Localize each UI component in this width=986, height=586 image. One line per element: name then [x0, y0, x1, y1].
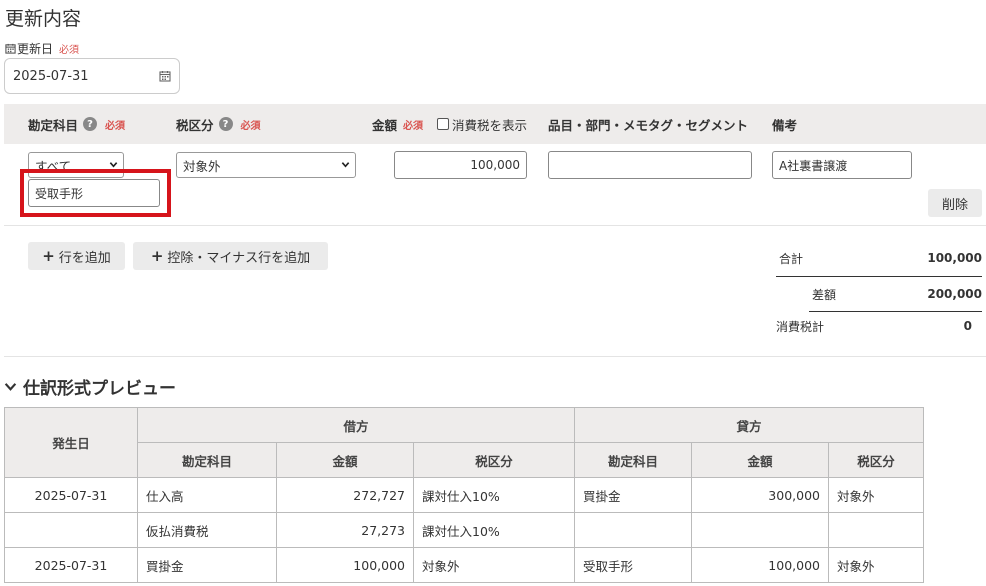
row-credit-account: 受取手形	[574, 547, 692, 583]
diff-value: 200,000	[927, 287, 982, 301]
header-item: 品目・部門・メモタグ・セグメント	[548, 117, 749, 133]
header-amount: 金額 必須	[372, 104, 423, 144]
header-tax: 税区分 ? 必須	[176, 104, 261, 144]
tax-total-value: 0	[963, 319, 972, 333]
add-deduction-row-button[interactable]: + 控除・マイナス行を追加	[133, 242, 328, 270]
row-debit-tax: 課対仕入10%	[413, 477, 575, 513]
required-badge: 必須	[403, 120, 424, 132]
help-icon[interactable]: ?	[83, 117, 98, 131]
required-badge: 必須	[105, 120, 126, 132]
row-debit-account: 仕入高	[137, 477, 277, 513]
preview-toggle[interactable]: 仕訳形式プレビュー	[4, 374, 176, 399]
row-debit-amount: 272,727	[276, 477, 414, 513]
header-date: 発生日	[4, 407, 138, 478]
row-credit-amount: 300,000	[691, 477, 829, 513]
header-amount-label: 金額	[372, 117, 398, 133]
plus-icon: +	[42, 247, 55, 265]
date-label-text: 更新日	[17, 42, 54, 56]
row-date: 2025-07-31	[4, 477, 138, 513]
memo-input-value: A社裏書譲渡	[779, 158, 848, 173]
header-credit: 貸方	[574, 407, 924, 443]
tax-select-value: 対象外	[183, 158, 221, 174]
show-tax-label: 消費税を表示	[452, 117, 528, 133]
memo-input[interactable]: A社裏書譲渡	[772, 151, 912, 179]
total-underline	[776, 276, 982, 277]
total-row: 合計 100,000	[776, 248, 982, 268]
amount-input[interactable]: 100,000	[394, 151, 527, 179]
tax-total-label: 消費税計	[776, 319, 825, 334]
row-credit-tax: 対象外	[828, 547, 924, 583]
divider	[4, 356, 986, 357]
journal-preview-table: 発生日 借方 貸方 勘定科目 金額 税区分 勘定科目 金額 税区分 2025-0…	[4, 407, 924, 583]
row-date: 2025-07-31	[4, 547, 138, 583]
diff-label: 差額	[812, 287, 837, 302]
row-debit-amount: 27,273	[276, 512, 414, 548]
header-account-label: 勘定科目	[28, 117, 79, 133]
header-credit-account: 勘定科目	[574, 442, 692, 478]
date-label: 更新日 必須	[5, 40, 79, 57]
checkbox-icon[interactable]	[437, 118, 449, 130]
header-account: 勘定科目 ? 必須	[28, 104, 125, 144]
header-debit-tax: 税区分	[413, 442, 575, 478]
row-debit-account: 仮払消費税	[137, 512, 277, 548]
diff-row: 差額 200,000	[776, 284, 982, 304]
help-icon[interactable]: ?	[218, 117, 233, 131]
add-row-label: 行を追加	[58, 250, 111, 266]
date-input-value: 2025-07-31	[13, 68, 89, 84]
diff-underline	[809, 311, 982, 312]
header-tax-label: 税区分	[176, 117, 214, 133]
divider	[4, 225, 986, 226]
row-debit-tax: 対象外	[413, 547, 575, 583]
total-value: 100,000	[927, 251, 982, 265]
table-row: 仮払消費税 27,273 課対仕入10%	[4, 512, 924, 548]
plus-icon: +	[150, 247, 164, 265]
row-date	[4, 512, 138, 548]
page-title: 更新内容	[5, 8, 82, 30]
item-input[interactable]	[548, 151, 752, 179]
tax-total-row: 消費税計 0	[776, 316, 982, 336]
chevron-down-icon	[4, 383, 17, 391]
row-credit-tax: 対象外	[828, 477, 924, 513]
header-debit-amount: 金額	[276, 442, 414, 478]
entry-header: 勘定科目 ? 必須 税区分 ? 必須 金額 必須 消費税を表示 品目・部門・メモ…	[4, 104, 986, 144]
header-credit-amount: 金額	[691, 442, 829, 478]
calendar-icon[interactable]	[159, 70, 171, 82]
table-row: 2025-07-31 仕入高 272,727 課対仕入10% 買掛金 300,0…	[4, 477, 924, 513]
required-badge: 必須	[59, 45, 80, 56]
highlight-box	[20, 169, 171, 217]
header-memo: 備考	[772, 117, 798, 133]
table-row: 2025-07-31 買掛金 100,000 対象外 受取手形 100,000 …	[4, 547, 924, 583]
row-credit-account: 買掛金	[574, 477, 692, 513]
row-debit-account: 買掛金	[137, 547, 277, 583]
chevron-down-icon	[341, 162, 350, 168]
tax-select[interactable]: 対象外	[176, 152, 356, 178]
delete-button[interactable]: 削除	[928, 189, 982, 217]
date-input[interactable]: 2025-07-31	[4, 58, 180, 94]
row-credit-account	[574, 512, 692, 548]
row-credit-amount: 100,000	[691, 547, 829, 583]
row-credit-tax	[828, 512, 924, 548]
total-label: 合計	[779, 251, 804, 266]
header-credit-tax: 税区分	[828, 442, 924, 478]
row-credit-amount	[691, 512, 829, 548]
add-row-button[interactable]: + 行を追加	[28, 242, 125, 270]
header-debit: 借方	[137, 407, 575, 443]
show-tax-checkbox[interactable]: 消費税を表示	[437, 104, 527, 144]
required-badge: 必須	[240, 120, 261, 132]
header-debit-account: 勘定科目	[137, 442, 277, 478]
row-debit-amount: 100,000	[276, 547, 414, 583]
amount-input-value: 100,000	[470, 158, 520, 172]
chevron-down-icon	[109, 162, 118, 168]
calendar-icon	[5, 43, 16, 54]
row-debit-tax: 課対仕入10%	[413, 512, 575, 548]
add-deduction-row-label: 控除・マイナス行を追加	[167, 250, 311, 266]
preview-title: 仕訳形式プレビュー	[23, 379, 176, 399]
